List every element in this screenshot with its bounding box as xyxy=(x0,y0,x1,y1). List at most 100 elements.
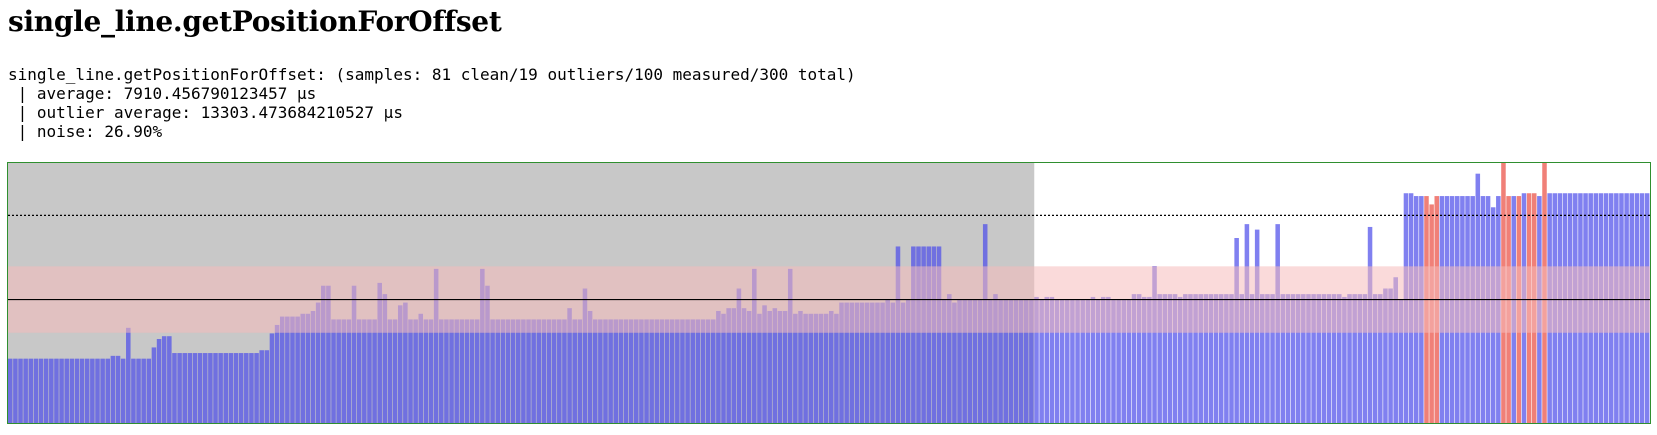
warmup-bar xyxy=(510,319,516,423)
warmup-bar xyxy=(649,319,654,423)
warmup-bar xyxy=(331,319,336,423)
warmup-bar xyxy=(634,319,639,423)
warmup-bar xyxy=(695,319,701,423)
warmup-bar xyxy=(469,319,475,423)
warmup-bar xyxy=(146,358,152,423)
warmup-bar xyxy=(562,319,567,423)
warmup-bar xyxy=(495,319,500,423)
warmup-bar xyxy=(141,358,146,423)
summary-average-line: | average: 7910.456790123457 µs xyxy=(8,84,317,103)
warmup-bar xyxy=(28,358,34,423)
warmup-bar xyxy=(664,319,670,423)
warmup-bar xyxy=(680,319,685,423)
warmup-bar xyxy=(521,319,526,423)
warmup-bar xyxy=(126,327,131,423)
warmup-bar xyxy=(546,319,552,423)
warmup-bar xyxy=(356,319,362,423)
warmup-bar xyxy=(269,333,275,423)
warmup-bar xyxy=(208,353,213,423)
warmup-bar xyxy=(33,358,39,423)
warmup-bar xyxy=(274,324,280,423)
warmup-bar xyxy=(613,319,619,423)
warmup-bar xyxy=(228,353,234,423)
warmup-bar xyxy=(592,319,598,423)
warmup-bar xyxy=(464,319,470,423)
warmup-bar xyxy=(84,358,90,423)
warmup-bar xyxy=(131,358,136,423)
warmup-bar xyxy=(372,319,377,423)
summary-outlier-average-line: | outlier average: 13303.473684210527 µs xyxy=(8,103,403,122)
warmup-bar xyxy=(536,319,542,423)
warmup-bar xyxy=(192,353,198,423)
warmup-bar xyxy=(95,358,100,423)
warmup-bar xyxy=(223,353,229,423)
warmup-bar xyxy=(428,319,434,423)
warmup-bar xyxy=(623,319,629,423)
warmup-bar xyxy=(23,358,28,423)
warmup-bar xyxy=(115,355,121,423)
warmup-bar xyxy=(572,319,577,423)
warmup-bar xyxy=(474,319,480,423)
warmup-bar xyxy=(38,358,44,423)
warmup-bar xyxy=(18,358,23,423)
warmup-bar xyxy=(346,319,352,423)
warmup-bar xyxy=(90,358,95,423)
warmup-bar xyxy=(710,319,716,423)
warmup-bar xyxy=(500,319,506,423)
warmup-bar xyxy=(490,319,495,423)
warmup-bar xyxy=(69,358,75,423)
warmup-bar xyxy=(362,319,367,423)
warmup-bar xyxy=(54,358,59,423)
warmup-bar xyxy=(254,353,259,423)
warmup-bar xyxy=(444,319,449,423)
warmup-bar xyxy=(439,319,444,423)
warmup-bar xyxy=(120,358,126,423)
warmup-bar xyxy=(187,353,193,423)
warmup-bar xyxy=(100,358,105,423)
warmup-bar xyxy=(654,319,660,423)
benchmark-chart-svg xyxy=(7,162,1651,424)
warmup-bar xyxy=(449,319,454,423)
warmup-bar xyxy=(177,353,182,423)
warmup-bar xyxy=(628,319,634,423)
warmup-bar xyxy=(244,353,249,423)
warmup-bar xyxy=(336,319,341,423)
warmup-bar xyxy=(690,319,695,423)
warmup-bar xyxy=(367,319,372,423)
warmup-bar xyxy=(218,353,223,423)
warmup-bar xyxy=(233,353,239,423)
warmup-bar xyxy=(74,358,80,423)
summary-noise-line: | noise: 26.90% xyxy=(8,122,163,141)
warmup-bar xyxy=(598,319,603,423)
warmup-bar xyxy=(8,358,13,423)
summary-samples-line: single_line.getPositionForOffset: (sampl… xyxy=(8,65,856,84)
warmup-bar xyxy=(551,319,557,423)
warmup-bar xyxy=(238,353,244,423)
warmup-bar xyxy=(110,355,116,423)
warmup-bar xyxy=(341,319,347,423)
warmup-bar xyxy=(161,336,167,423)
warmup-bar xyxy=(156,339,162,423)
warmup-bar xyxy=(459,319,465,423)
warmup-bar xyxy=(639,319,644,423)
warmup-bar xyxy=(43,358,49,423)
warmup-bar xyxy=(392,319,398,423)
warmup-bar xyxy=(259,350,264,423)
page-title: single_line.getPositionForOffset xyxy=(8,5,502,38)
warmup-bar xyxy=(577,319,583,423)
warmup-bar xyxy=(423,319,429,423)
warmup-bar xyxy=(197,353,203,423)
warmup-bar xyxy=(454,319,459,423)
warmup-bar xyxy=(669,319,675,423)
warmup-bar xyxy=(64,358,69,423)
warmup-bar xyxy=(59,358,64,423)
warmup-bar xyxy=(644,319,649,423)
warmup-bar xyxy=(387,319,393,423)
warmup-bar xyxy=(172,353,177,423)
warmup-bar xyxy=(526,319,531,423)
benchmark-chart xyxy=(7,162,1651,424)
warmup-bar xyxy=(79,358,85,423)
warmup-bar xyxy=(505,319,511,423)
warmup-bar xyxy=(182,353,187,423)
warmup-bar xyxy=(659,319,665,423)
